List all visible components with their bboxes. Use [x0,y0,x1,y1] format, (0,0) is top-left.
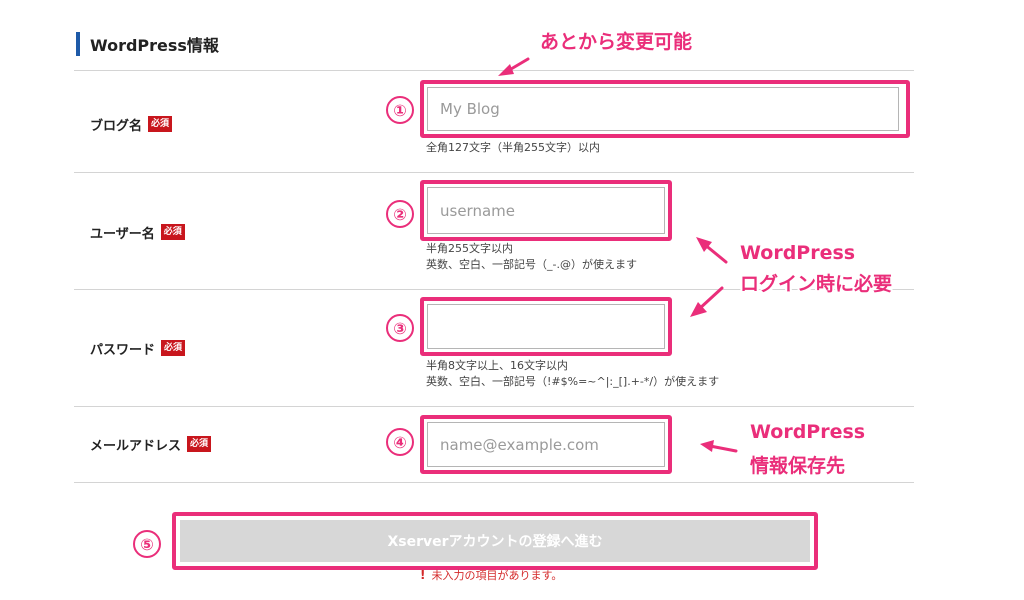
arrow-line [708,444,738,453]
annotation-login-line1: WordPress [740,242,856,264]
arrow-head [498,64,514,76]
annotation-info-line2: 情報保存先 [750,455,846,477]
annotation-info-line1: WordPress [750,421,866,443]
annotation-login-line2: ログイン時に必要 [740,273,893,295]
arrow-head [700,440,714,452]
annotation-arrows [498,57,738,453]
